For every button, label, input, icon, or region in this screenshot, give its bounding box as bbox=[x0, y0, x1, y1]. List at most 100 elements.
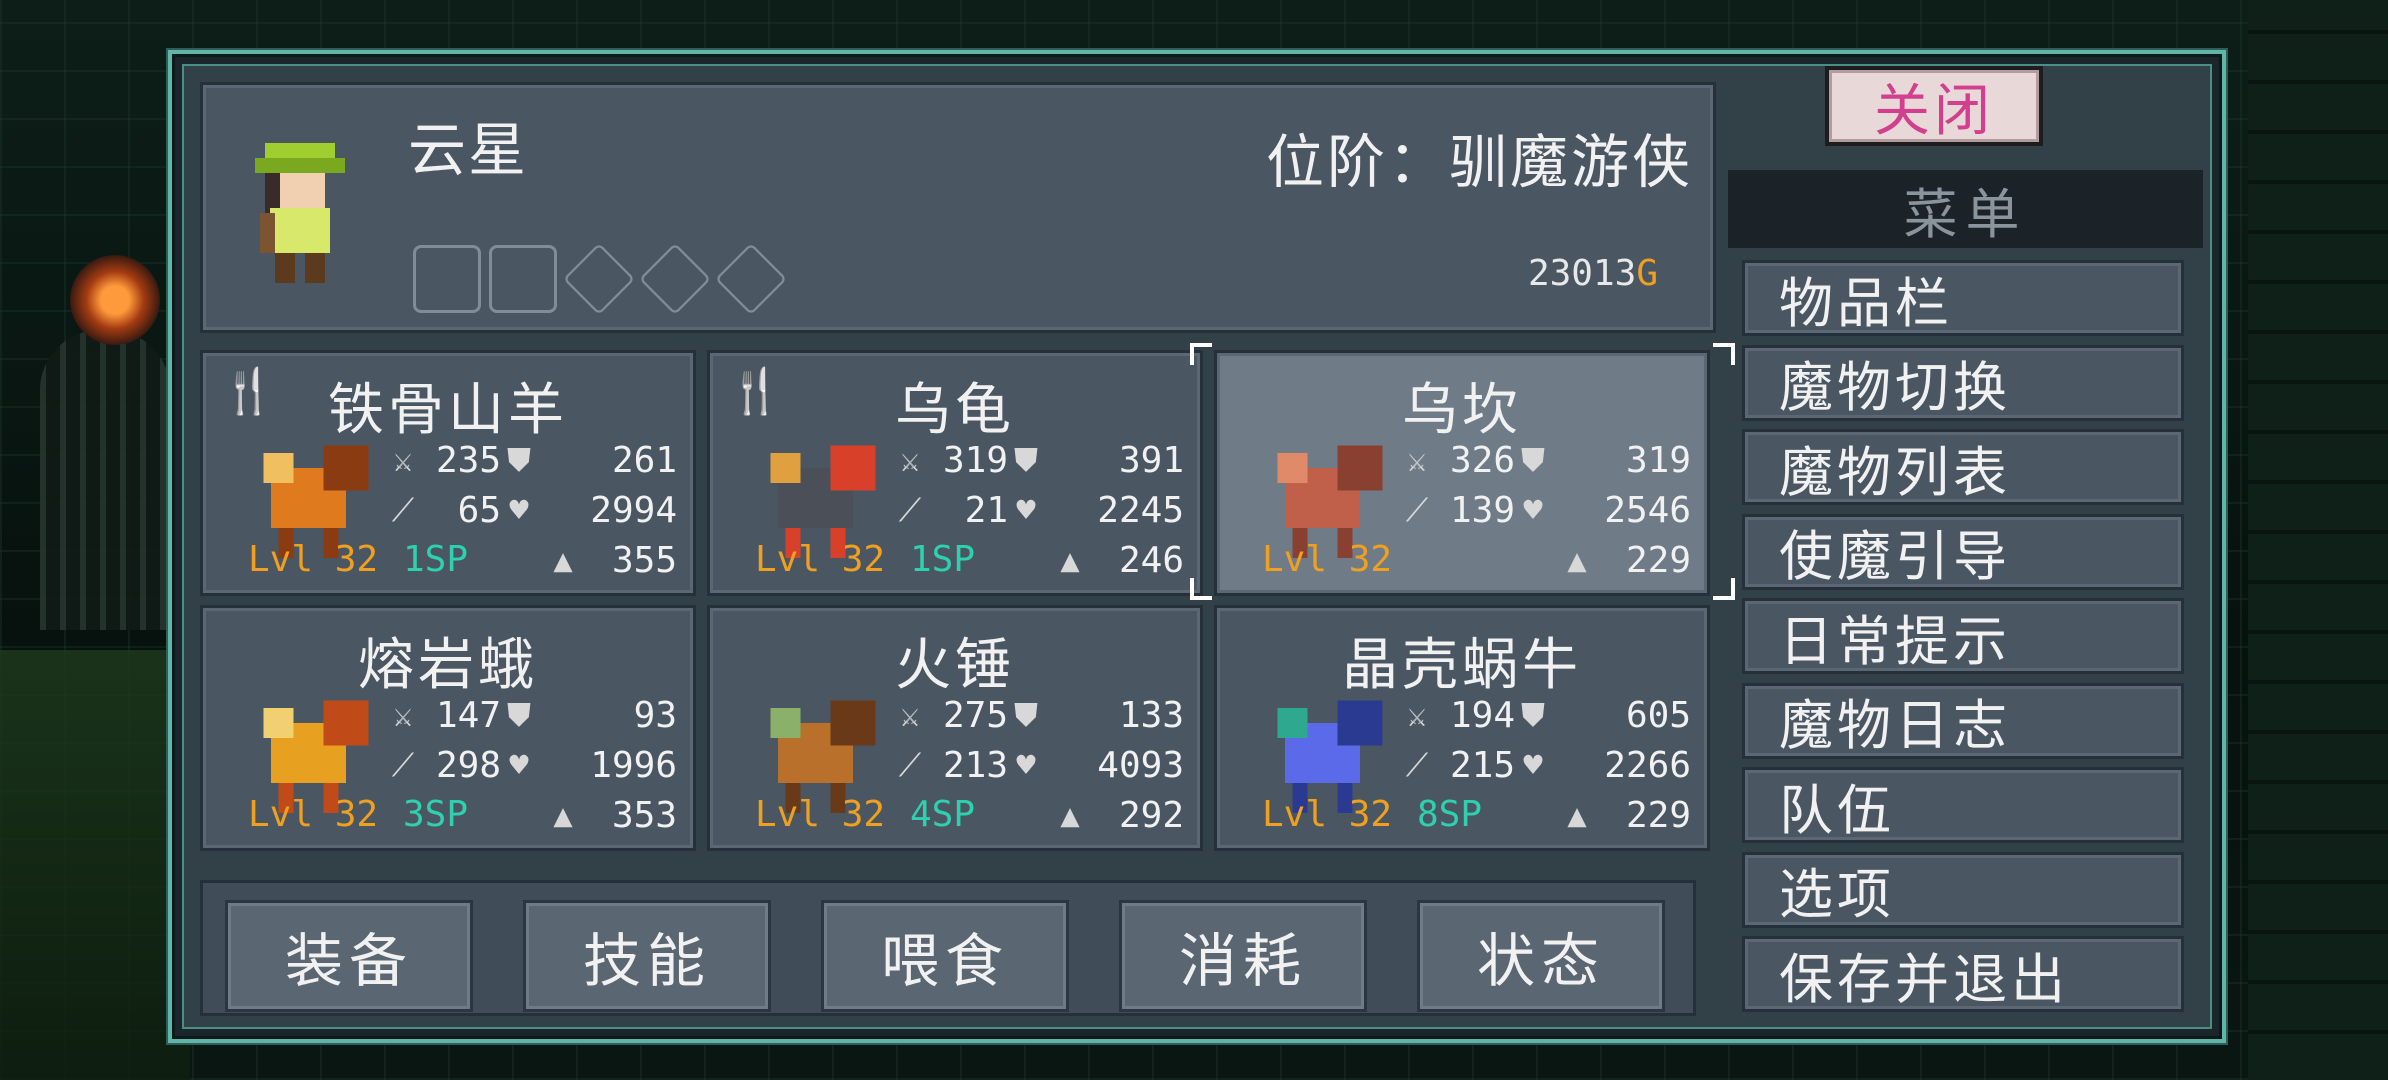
magic-value: 139 bbox=[1449, 489, 1515, 531]
health-value: 2245 bbox=[1097, 489, 1184, 531]
food-value: 353 bbox=[611, 794, 677, 836]
monster-card[interactable]: 晶壳蜗牛 ⚔ 194 ⛊ 605 ⟋ 215 ♥ 2266 ▲ 229 Lvl 32 8SP bbox=[1214, 605, 1710, 851]
wand-icon: ⟋ bbox=[391, 490, 415, 529]
food-pile-icon: ▲ bbox=[553, 796, 573, 834]
heart-icon: ♥ bbox=[1016, 491, 1036, 529]
attack-value: 235 bbox=[435, 439, 501, 481]
monster-card[interactable]: 乌坎 ⚔ 326 ⛊ 319 ⟋ 139 ♥ 2546 ▲ 229 Lvl 32 bbox=[1214, 350, 1710, 596]
player-name: 云星 bbox=[408, 116, 529, 184]
menu-item[interactable]: 队伍 bbox=[1742, 767, 2184, 843]
menu-item[interactable]: 使魔引导 bbox=[1742, 513, 2184, 590]
key-items bbox=[413, 242, 788, 316]
close-button[interactable]: 关闭 bbox=[1825, 66, 2043, 146]
food-value: 292 bbox=[1118, 794, 1184, 836]
shield-icon: ⛊ bbox=[506, 695, 531, 734]
menu-item[interactable]: 魔物日志 bbox=[1742, 682, 2184, 759]
defense-value: 133 bbox=[1118, 694, 1184, 736]
selection-corner bbox=[1713, 578, 1735, 600]
menu-item[interactable]: 日常提示 bbox=[1742, 598, 2184, 674]
magic-value: 215 bbox=[1449, 744, 1515, 786]
heart-icon: ♥ bbox=[509, 491, 529, 529]
background-grass bbox=[0, 650, 190, 1080]
defense-value: 319 bbox=[1625, 439, 1691, 481]
relic-slot-icon bbox=[714, 242, 788, 316]
relic-slot-icon bbox=[638, 242, 712, 316]
food-pile-icon: ▲ bbox=[1060, 796, 1080, 834]
player-portrait bbox=[255, 143, 345, 283]
wand-icon: ⟋ bbox=[898, 745, 922, 784]
health-value: 1996 bbox=[590, 744, 677, 786]
menu-item[interactable]: 选项 bbox=[1742, 851, 2184, 928]
monster-card[interactable]: 🍴 铁骨山羊 ⚔ 235 ⛊ 261 ⟋ 65 ♥ 2994 ▲ 355 Lvl 32 1SP bbox=[200, 350, 696, 596]
attack-value: 147 bbox=[435, 694, 501, 736]
sword-icon: ⚔ bbox=[393, 696, 413, 734]
feed-button[interactable]: 喂食 bbox=[821, 900, 1069, 1012]
shield-icon: ⛊ bbox=[1013, 440, 1038, 479]
consume-button[interactable]: 消耗 bbox=[1119, 900, 1367, 1012]
background-lamp bbox=[70, 255, 160, 345]
sword-icon: ⚔ bbox=[900, 441, 920, 479]
shield-icon: ⛊ bbox=[506, 440, 531, 479]
selection-corner bbox=[1190, 343, 1212, 365]
monster-skill-points: 8SP bbox=[1417, 794, 1483, 835]
status-button[interactable]: 状态 bbox=[1417, 900, 1665, 1012]
monster-level: Lvl 32 bbox=[248, 794, 379, 835]
monster-stats: ⚔ 326 ⛊ 319 ⟋ 139 ♥ 2546 ▲ 229 bbox=[1399, 435, 1691, 585]
food-pile-icon: ▲ bbox=[1060, 541, 1080, 579]
attack-value: 194 bbox=[1449, 694, 1515, 736]
sword-icon: ⚔ bbox=[900, 696, 920, 734]
defense-value: 261 bbox=[611, 439, 677, 481]
monster-level: Lvl 32 bbox=[1262, 794, 1393, 835]
menu-item[interactable]: 物品栏 bbox=[1742, 260, 2184, 336]
skills-button[interactable]: 技能 bbox=[523, 900, 771, 1012]
defense-value: 605 bbox=[1625, 694, 1691, 736]
relic-slot-icon bbox=[413, 245, 481, 313]
sword-icon: ⚔ bbox=[393, 441, 413, 479]
defense-value: 93 bbox=[633, 694, 677, 736]
monster-skill-points: 4SP bbox=[910, 794, 976, 835]
monster-level: Lvl 32 bbox=[248, 539, 379, 580]
menu-item[interactable]: 保存并退出 bbox=[1742, 936, 2184, 1012]
heart-icon: ♥ bbox=[1523, 746, 1543, 784]
heart-icon: ♥ bbox=[509, 746, 529, 784]
relic-slot-icon bbox=[489, 245, 557, 313]
wand-icon: ⟋ bbox=[898, 490, 922, 529]
shield-icon: ⛊ bbox=[1520, 695, 1545, 734]
food-value: 229 bbox=[1625, 539, 1691, 581]
selection-corner bbox=[1713, 343, 1735, 365]
sword-icon: ⚔ bbox=[1407, 441, 1427, 479]
heart-icon: ♥ bbox=[1523, 491, 1543, 529]
health-value: 2546 bbox=[1604, 489, 1691, 531]
wand-icon: ⟋ bbox=[1405, 490, 1429, 529]
background-wall bbox=[2248, 0, 2388, 1080]
wand-icon: ⟋ bbox=[391, 745, 415, 784]
monster-skill-points: 3SP bbox=[403, 794, 469, 835]
monster-skill-points: 1SP bbox=[403, 539, 469, 580]
magic-value: 213 bbox=[942, 744, 1008, 786]
attack-value: 326 bbox=[1449, 439, 1515, 481]
monster-card[interactable]: 🍴 乌龟 ⚔ 319 ⛊ 391 ⟋ 21 ♥ 2245 ▲ 246 Lvl 32 1SP bbox=[707, 350, 1203, 596]
health-value: 4093 bbox=[1097, 744, 1184, 786]
monster-card[interactable]: 熔岩蛾 ⚔ 147 ⛊ 93 ⟋ 298 ♥ 1996 ▲ 353 Lvl 32 3SP bbox=[200, 605, 696, 851]
food-pile-icon: ▲ bbox=[1567, 541, 1587, 579]
magic-value: 21 bbox=[964, 489, 1008, 531]
food-value: 355 bbox=[611, 539, 677, 581]
food-pile-icon: ▲ bbox=[553, 541, 573, 579]
health-value: 2266 bbox=[1604, 744, 1691, 786]
attack-value: 275 bbox=[942, 694, 1008, 736]
equip-button[interactable]: 装备 bbox=[225, 900, 473, 1012]
menu-item[interactable]: 魔物列表 bbox=[1742, 429, 2184, 505]
monster-card[interactable]: 火锤 ⚔ 275 ⛊ 133 ⟋ 213 ♥ 4093 ▲ 292 Lvl 32 4SP bbox=[707, 605, 1203, 851]
food-value: 246 bbox=[1118, 539, 1184, 581]
shield-icon: ⛊ bbox=[1013, 695, 1038, 734]
shield-icon: ⛊ bbox=[1520, 440, 1545, 479]
relic-slot-icon bbox=[562, 242, 636, 316]
food-value: 229 bbox=[1625, 794, 1691, 836]
menu-item[interactable]: 魔物切换 bbox=[1742, 344, 2184, 421]
magic-value: 298 bbox=[435, 744, 501, 786]
monster-level: Lvl 32 bbox=[1262, 539, 1393, 580]
selection-corner bbox=[1190, 578, 1212, 600]
magic-value: 65 bbox=[457, 489, 501, 531]
monster-level: Lvl 32 bbox=[755, 794, 886, 835]
menu-title: 菜单 bbox=[1728, 170, 2203, 248]
